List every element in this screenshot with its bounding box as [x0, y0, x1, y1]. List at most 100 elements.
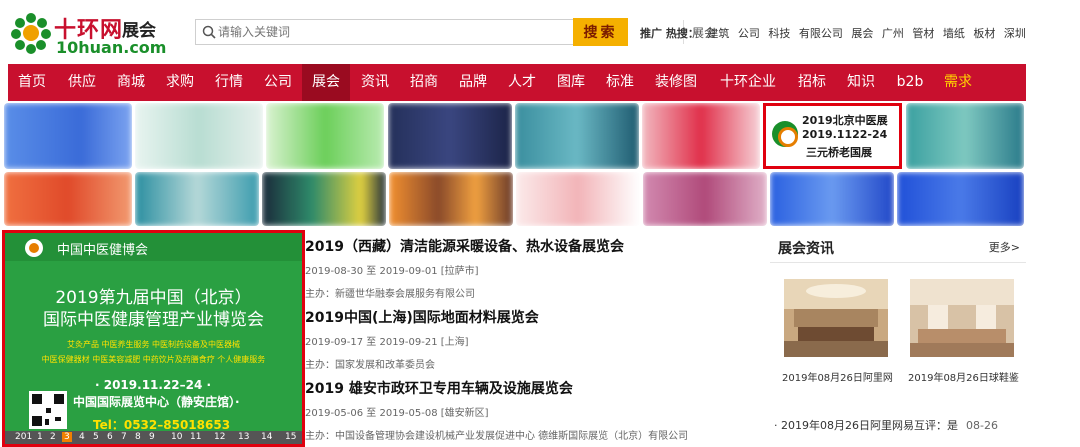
pager-page[interactable]: 10 — [171, 432, 182, 442]
logo-text-en: 10huan.com — [56, 38, 166, 57]
pager-page[interactable]: 14 — [261, 432, 272, 442]
tcm-logo-icon — [25, 239, 43, 257]
hot-keyword[interactable]: 广州 — [882, 27, 904, 40]
pager-page[interactable]: 5 — [93, 432, 99, 442]
search-input[interactable] — [218, 22, 478, 42]
expo-date: 2019-09-17 至 2019-09-21 [上海] — [305, 337, 469, 348]
banner-ad[interactable] — [4, 172, 132, 226]
search-icon — [202, 25, 216, 39]
pager-page[interactable]: 1 — [37, 432, 43, 442]
pager-page-current[interactable]: 3 — [62, 432, 72, 442]
search-box: 展会 ∨ — [195, 19, 716, 45]
news-caption[interactable]: 2019年08月26日球鞋鉴 — [908, 369, 1019, 384]
site-logo[interactable]: 十环网 展会 10huan.com — [10, 8, 170, 58]
nav-item-knowledge[interactable]: 知识 — [837, 64, 885, 101]
banner-line-3: 三元桥老国展 — [806, 146, 872, 159]
hot-keyword[interactable]: 公司 — [738, 27, 760, 40]
pager-page[interactable]: 12 — [214, 432, 225, 442]
news-date: 08-26 — [965, 419, 998, 432]
news-thumbnail[interactable] — [784, 279, 888, 357]
nav-item-demand[interactable]: 需求 — [934, 64, 982, 101]
nav-item-invest[interactable]: 招商 — [400, 64, 448, 101]
flower-logo-icon — [11, 13, 51, 54]
banner-ad[interactable] — [770, 172, 894, 226]
search-button[interactable]: 搜索 — [573, 18, 628, 46]
banner-line-1: 2019北京中医展 — [802, 114, 888, 127]
expo-date: 2019-08-30 至 2019-09-01 [拉萨市] — [305, 266, 479, 277]
pager-page[interactable]: 4 — [79, 432, 85, 442]
nav-item-b2b[interactable]: b2b — [886, 64, 934, 101]
nav-item-tender[interactable]: 招标 — [788, 64, 836, 101]
nav-item-expo[interactable]: 展会 — [302, 64, 350, 101]
more-link[interactable]: 更多> — [989, 239, 1020, 255]
hot-keyword[interactable]: 墙纸 — [943, 27, 965, 40]
panel-header: 展会资讯 更多> — [770, 230, 1026, 263]
nav-item-home[interactable]: 首页 — [8, 64, 56, 101]
pager-page[interactable]: 7 — [121, 432, 127, 442]
banner-ad[interactable] — [389, 172, 513, 226]
banner-ad[interactable] — [135, 103, 263, 169]
banner-ad[interactable] — [642, 103, 760, 169]
banner-ad[interactable] — [516, 172, 640, 226]
nav-item-standard[interactable]: 标准 — [596, 64, 644, 101]
tcm-health-expo-ad[interactable]: 中国中医健博会 2019第九届中国（北京） 国际中医健康管理产业博览会 艾灸产品… — [2, 230, 305, 447]
pager-page[interactable]: 6 — [107, 432, 113, 442]
logo-en-suffix: huan.com — [78, 38, 167, 57]
pager-page[interactable]: 11 — [190, 432, 201, 442]
banner-ad[interactable] — [897, 172, 1024, 226]
news-title: · 2019年08月26日阿里网易互评：是 — [774, 419, 958, 432]
pager-page[interactable]: 9 — [149, 432, 155, 442]
news-caption[interactable]: 2019年08月26日阿里网 — [782, 369, 893, 384]
expo-title[interactable]: 2019 雄安市政环卫专用车辆及设施展览会 — [305, 378, 688, 398]
ad-tags-1: 艾灸产品 中医养生服务 中医制药设备及中医器械 — [66, 340, 241, 349]
pager-page[interactable]: 2 — [50, 432, 56, 442]
expo-list-item: 2019中国(上海)国际地面材料展览会 2019-09-17 至 2019-09… — [305, 307, 539, 371]
news-thumbnail[interactable] — [910, 279, 1014, 357]
nav-item-talent[interactable]: 人才 — [498, 64, 546, 101]
expo-host: 主办：国家发展和改革委员会 — [305, 360, 435, 371]
qr-code-icon — [29, 391, 67, 429]
banner-ad[interactable] — [262, 172, 386, 226]
pager-page[interactable]: 8 — [135, 432, 141, 442]
nav-item-supply[interactable]: 供应 — [58, 64, 106, 101]
panel-title: 展会资讯 — [778, 241, 834, 257]
hot-keyword[interactable]: 建筑 — [707, 27, 729, 40]
hot-keyword[interactable]: 板材 — [973, 27, 995, 40]
expo-news-panel: 展会资讯 更多> 2019年08月26日阿里网 2019年08月26日球鞋鉴 ·… — [770, 230, 1026, 447]
hot-keyword[interactable]: 有限公司 — [799, 27, 843, 40]
expo-host: 主办：中国设备管理协会建设机械产业发展促进中心 德维斯国际展览（北京）有限公司 — [305, 431, 689, 442]
ad-title-line-2: 国际中医健康管理产业博览会 — [43, 310, 264, 330]
banner-ad[interactable] — [906, 103, 1024, 169]
banner-ad[interactable] — [4, 103, 132, 169]
news-item[interactable]: · 2019年08月26日阿里网易互评：是 08-26 — [774, 417, 998, 433]
hot-search: 推广 热搜： 建筑 公司 科技 有限公司 展会 广州 管材 墙纸 板材 深圳 — [640, 25, 1026, 41]
hot-keyword[interactable]: 科技 — [768, 27, 790, 40]
hot-keyword[interactable]: 管材 — [912, 27, 934, 40]
hot-keyword[interactable]: 深圳 — [1004, 27, 1026, 40]
expo-title[interactable]: 2019中国(上海)国际地面材料展览会 — [305, 307, 539, 327]
nav-item-decor[interactable]: 装修图 — [646, 64, 706, 101]
beijing-tcm-expo-banner[interactable]: 2019北京中医展 2019.1122-24 三元桥老国展 — [763, 103, 902, 169]
ad-venue: 中国国际展览中心（静安庄馆）· — [73, 395, 240, 409]
banner-ad[interactable] — [643, 172, 767, 226]
ad-header: 中国中医健博会 — [5, 233, 302, 261]
banner-ad[interactable] — [135, 172, 259, 226]
nav-item-market[interactable]: 行情 — [205, 64, 253, 101]
nav-item-enterprise[interactable]: 十环企业 — [710, 64, 786, 101]
nav-item-mall[interactable]: 商城 — [107, 64, 155, 101]
nav-item-buy[interactable]: 求购 — [156, 64, 204, 101]
banner-ad[interactable] — [515, 103, 639, 169]
banner-line-2: 2019.1122-24 — [802, 128, 888, 141]
nav-item-company[interactable]: 公司 — [254, 64, 302, 101]
tcm-logo-icon — [772, 121, 798, 147]
banner-ad[interactable] — [266, 103, 384, 169]
pager-page[interactable]: 13 — [238, 432, 249, 442]
expo-title[interactable]: 2019（西藏）清洁能源采暖设备、热水设备展览会 — [305, 236, 624, 256]
ad-carousel-pager: 201 1 2 3 4 5 6 7 8 9 10 11 12 13 14 15 — [5, 431, 302, 444]
nav-item-brand[interactable]: 品牌 — [449, 64, 497, 101]
nav-item-gallery[interactable]: 图库 — [547, 64, 595, 101]
pager-page[interactable]: 15 — [285, 432, 296, 442]
nav-item-news[interactable]: 资讯 — [351, 64, 399, 101]
banner-ad[interactable] — [388, 103, 512, 169]
hot-keyword[interactable]: 展会 — [851, 27, 873, 40]
